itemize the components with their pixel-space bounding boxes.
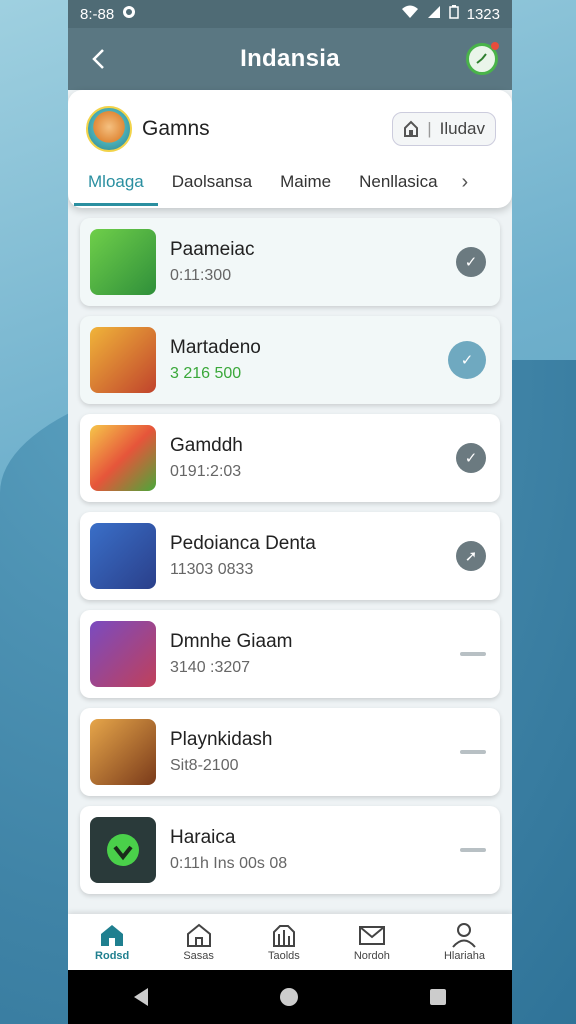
- nav-label: Rodsd: [95, 950, 130, 962]
- status-bar: 8:-88 1323: [68, 0, 512, 28]
- notification-icon: [122, 5, 136, 23]
- game-name: Haraica: [170, 827, 236, 848]
- status-right-text: 1323: [466, 5, 500, 23]
- home-icon: [186, 923, 211, 947]
- mail-icon: [358, 926, 385, 945]
- dash-icon[interactable]: [460, 848, 486, 852]
- back-triangle-icon[interactable]: [134, 988, 148, 1006]
- house-outline-icon: [404, 120, 419, 137]
- list-item[interactable]: Martadeno 3 216 500 ✓: [80, 316, 500, 404]
- app-bar: Indansia: [68, 28, 512, 90]
- bottom-nav: Rodsd Sasas Taolds Nordoh Hlariaha: [68, 914, 512, 970]
- avatar[interactable]: [86, 106, 132, 152]
- game-icon: [90, 425, 156, 491]
- signal-icon: [427, 5, 441, 23]
- game-subtitle: 11303 0833: [170, 561, 254, 578]
- nav-item-nordoh[interactable]: Nordoh: [354, 922, 390, 962]
- game-name: Dmnhe Giaam: [170, 631, 293, 652]
- list-item[interactable]: Playnkidash Sit8-2100: [80, 708, 500, 796]
- game-icon: [90, 817, 156, 883]
- game-list: Paameiac 0:11:300 ✓ Martadeno 3 216 500 …: [80, 218, 500, 904]
- list-item[interactable]: Paameiac 0:11:300 ✓: [80, 218, 500, 306]
- person-icon: [452, 923, 477, 948]
- home-filled-icon: [101, 925, 124, 946]
- system-nav-bar: [68, 970, 512, 1024]
- nav-label: Hlariaha: [443, 950, 485, 962]
- dash-icon[interactable]: [460, 750, 486, 754]
- nav-item-sasas[interactable]: Sasas: [183, 922, 214, 962]
- game-icon: [90, 327, 156, 393]
- chevron-right-icon[interactable]: ›: [452, 171, 479, 194]
- status-time: 8:-88: [80, 5, 115, 23]
- home-circle-icon[interactable]: [280, 988, 298, 1006]
- chevron-left-icon: [92, 49, 104, 69]
- pill-label: Iludav: [439, 119, 485, 138]
- list-item[interactable]: Gamddh 0191:2:03 ✓: [80, 414, 500, 502]
- game-icon: [90, 719, 156, 785]
- back-button[interactable]: [80, 41, 116, 77]
- nav-label: Sasas: [183, 950, 214, 962]
- tab-nenllasica[interactable]: Nenllasica: [345, 156, 451, 208]
- check-icon[interactable]: ✓: [456, 443, 486, 473]
- filter-pill-button[interactable]: | Iludav: [392, 112, 496, 146]
- game-name: Martadeno: [170, 337, 261, 358]
- stats-icon: [272, 925, 295, 947]
- app-title: Indansia: [240, 45, 340, 72]
- game-icon: [90, 229, 156, 295]
- nav-item-home[interactable]: Rodsd: [95, 922, 129, 962]
- header-card: Gamns | Iludav Mloaga Daolsansa Maime Ne…: [68, 90, 512, 208]
- battery-icon: [448, 5, 459, 23]
- game-name: Pedoianca Denta: [170, 533, 316, 554]
- game-subtitle: 3 216 500: [170, 365, 242, 382]
- list-item[interactable]: Pedoianca Denta 11303 0833 ➚: [80, 512, 500, 600]
- pill-divider: |: [427, 119, 432, 138]
- check-icon[interactable]: ✓: [456, 247, 486, 277]
- wifi-icon: [401, 5, 419, 23]
- game-name: Gamddh: [170, 435, 243, 456]
- dash-icon[interactable]: [460, 652, 486, 656]
- game-subtitle: 3140 :3207: [170, 659, 251, 676]
- clock-button[interactable]: [464, 41, 500, 77]
- check-icon[interactable]: ✓: [448, 341, 486, 379]
- nav-item-taolds[interactable]: Taolds: [268, 922, 300, 962]
- game-subtitle: Sit8-2100: [170, 757, 239, 774]
- list-item[interactable]: Dmnhe Giaam 3140 :3207: [80, 610, 500, 698]
- recents-square-icon[interactable]: [430, 989, 446, 1005]
- phone-screen: 8:-88 1323 Indansia Gamns | Iludav Mloag…: [68, 0, 512, 1024]
- game-name: Paameiac: [170, 239, 255, 260]
- clock-icon: [465, 42, 499, 75]
- game-subtitle: 0191:2:03: [170, 463, 242, 480]
- game-subtitle: 0:11h Ins 00s 08: [170, 855, 288, 872]
- nav-label: Taolds: [267, 950, 300, 962]
- tab-mloaga[interactable]: Mloaga: [74, 156, 158, 208]
- nav-label: Nordoh: [353, 950, 390, 962]
- tab-bar: Mloaga Daolsansa Maime Nenllasica ›: [68, 156, 512, 208]
- game-subtitle: 0:11:300: [170, 267, 232, 284]
- game-icon: [90, 523, 156, 589]
- list-item[interactable]: Haraica 0:11h Ins 00s 08: [80, 806, 500, 894]
- arrow-icon[interactable]: ➚: [456, 541, 486, 571]
- tab-maime[interactable]: Maime: [266, 156, 345, 208]
- game-name: Playnkidash: [170, 729, 273, 750]
- tab-daolsansa[interactable]: Daolsansa: [158, 156, 266, 208]
- nav-item-hlariaha[interactable]: Hlariaha: [444, 922, 485, 962]
- header-title: Gamns: [142, 117, 210, 140]
- game-icon: [90, 621, 156, 687]
